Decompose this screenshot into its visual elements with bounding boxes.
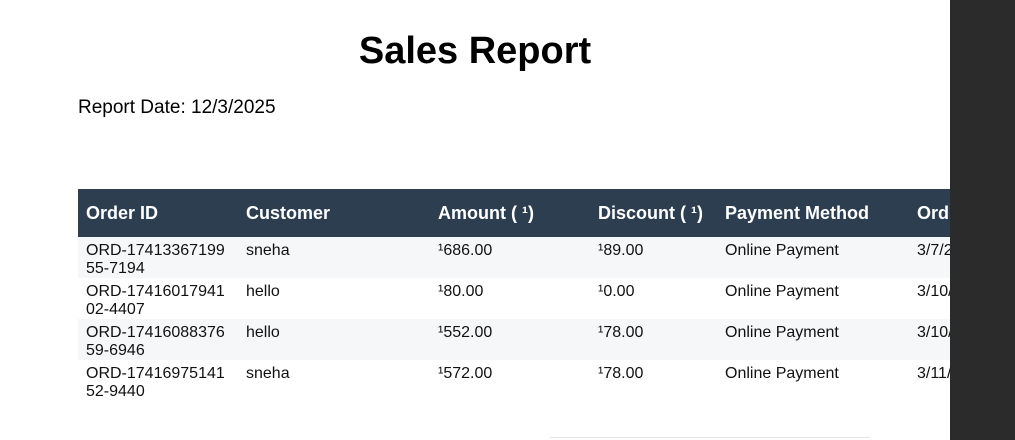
order-id-cell: ORD-17416088376 59-6946	[78, 319, 238, 360]
order-id-part: ORD-17416975141	[86, 365, 225, 382]
customer-cell: hello	[238, 319, 430, 360]
table-row: ORD-17413367199 55-7194 sneha ¹686.00 ¹8…	[78, 237, 950, 278]
side-panel	[950, 0, 1015, 440]
customer-cell: hello	[238, 278, 430, 319]
table-header-row: Order ID Customer Amount ( ¹) Discount (…	[78, 189, 950, 237]
order-id-part: ORD-17416088376	[86, 324, 225, 341]
table-row: ORD-17416088376 59-6946 hello ¹552.00 ¹7…	[78, 319, 950, 360]
order-id-cell: ORD-17416975141 52-9440	[78, 360, 238, 401]
column-header-payment-method: Payment Method	[717, 189, 909, 237]
amount-cell: ¹552.00	[430, 319, 590, 360]
report-date: Report Date: 12/3/2025	[78, 97, 276, 118]
table-row: ORD-17416975141 52-9440 sneha ¹572.00 ¹7…	[78, 360, 950, 401]
report-page: Sales Report Report Date: 12/3/2025 Orde…	[0, 0, 950, 440]
customer-cell: sneha	[238, 237, 430, 278]
order-id-part: ORD-17416017941	[86, 283, 225, 300]
page-title: Sales Report	[358, 30, 592, 72]
table-row: ORD-17416017941 02-4407 hello ¹80.00 ¹0.…	[78, 278, 950, 319]
order-id-cell: ORD-17413367199 55-7194	[78, 237, 238, 278]
column-header-discount: Discount ( ¹)	[590, 189, 717, 237]
discount-cell: ¹78.00	[590, 360, 717, 401]
order-id-part: 55-7194	[86, 260, 145, 277]
column-header-customer: Customer	[238, 189, 430, 237]
order-id-part: 02-4407	[86, 301, 145, 318]
order-id-cell: ORD-17416017941 02-4407	[78, 278, 238, 319]
amount-cell: ¹572.00	[430, 360, 590, 401]
order-date-cell: 3/10/	[909, 278, 950, 319]
discount-cell: ¹0.00	[590, 278, 717, 319]
order-id-part: 52-9440	[86, 383, 145, 400]
discount-cell: ¹78.00	[590, 319, 717, 360]
sales-table: Order ID Customer Amount ( ¹) Discount (…	[78, 189, 950, 401]
order-id-part: ORD-17413367199	[86, 242, 225, 259]
amount-cell: ¹80.00	[430, 278, 590, 319]
column-header-amount: Amount ( ¹)	[430, 189, 590, 237]
order-date-cell: 3/11/	[909, 360, 950, 401]
divider	[550, 437, 870, 438]
payment-method-cell: Online Payment	[717, 237, 909, 278]
order-date-cell: 3/10/	[909, 319, 950, 360]
order-id-part: 59-6946	[86, 342, 145, 359]
order-date-cell: 3/7/2	[909, 237, 950, 278]
column-header-order-id: Order ID	[78, 189, 238, 237]
payment-method-cell: Online Payment	[717, 278, 909, 319]
payment-method-cell: Online Payment	[717, 319, 909, 360]
discount-cell: ¹89.00	[590, 237, 717, 278]
customer-cell: sneha	[238, 360, 430, 401]
amount-cell: ¹686.00	[430, 237, 590, 278]
payment-method-cell: Online Payment	[717, 360, 909, 401]
column-header-order-date: Ord	[909, 189, 950, 237]
